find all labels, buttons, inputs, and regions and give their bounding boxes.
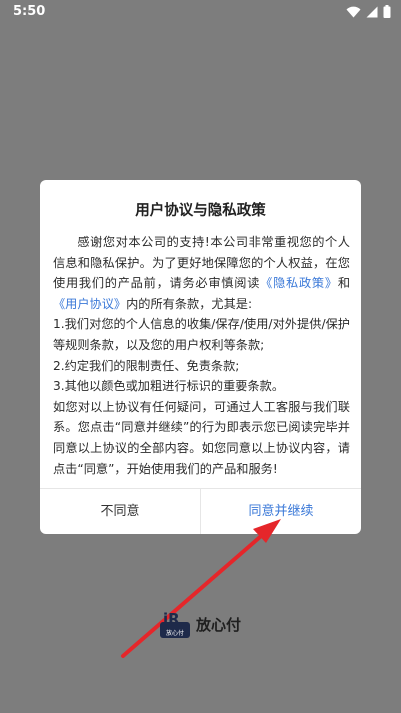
- red-arrow-annotation: [121, 519, 281, 658]
- svg-text:iR: iR: [163, 610, 180, 628]
- app-logo: iR 放心付: [160, 610, 190, 638]
- logo-text: 放心付: [166, 629, 184, 637]
- brand-name: 放心付: [196, 615, 242, 634]
- brand: iR 放心付 放心付: [158, 610, 241, 638]
